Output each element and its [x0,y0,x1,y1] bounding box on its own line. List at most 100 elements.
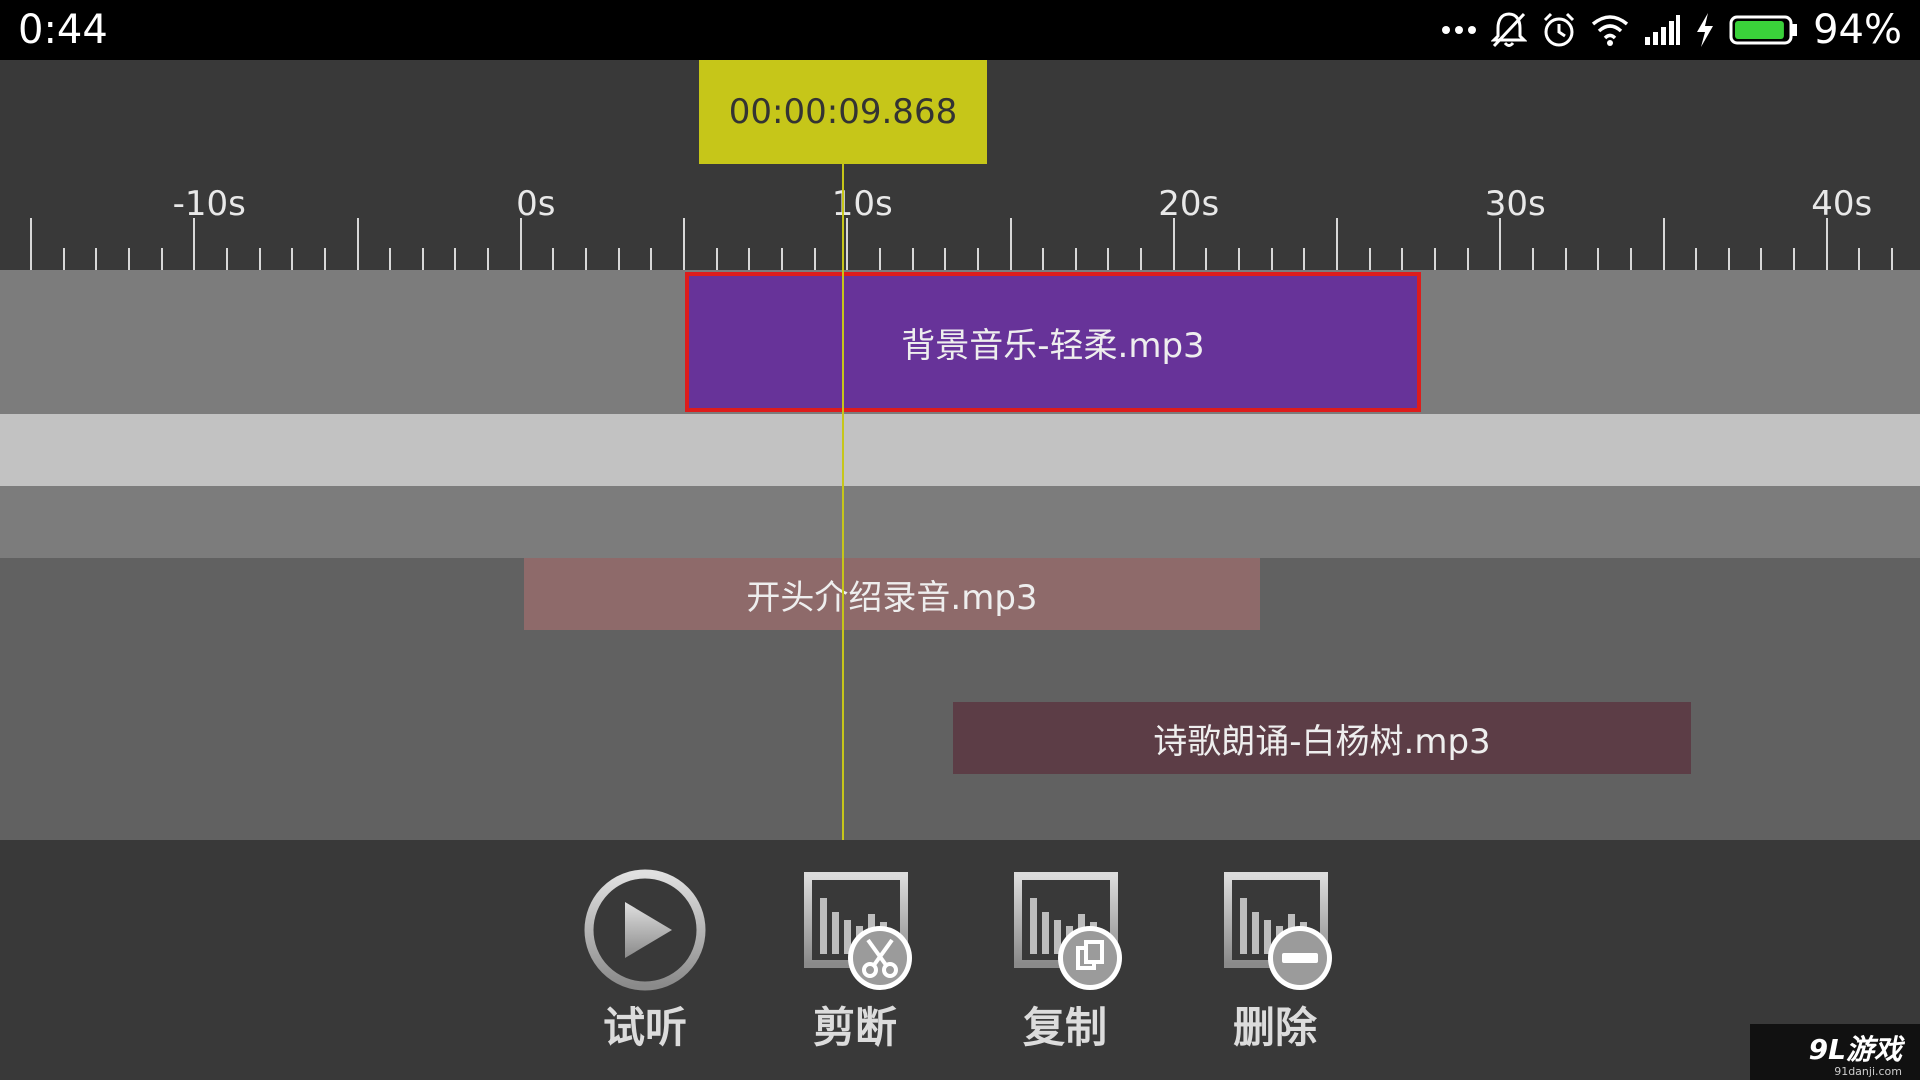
ruler-tick [813,248,816,270]
ruler-tick [846,218,849,270]
current-time-badge[interactable]: 00:00:09.868 [699,60,987,164]
ruler-tick [911,248,914,270]
ruler-tick [650,248,653,270]
wifi-icon [1591,15,1629,46]
bottom-toolbar: 试听 剪断 复制 删除 9L游戏 91danji.com [0,840,1920,1080]
ruler-tick [1662,218,1665,270]
ruler-tick [258,248,261,270]
ruler-label: 40s [1811,184,1873,224]
clip-label: 开头介绍录音.mp3 [746,577,1038,618]
battery-icon [1729,15,1798,45]
ruler-tick [617,248,620,270]
timeline-ruler[interactable]: -10s 0s 10s 20s 30s 40s [0,164,1920,270]
playhead-line[interactable] [842,164,844,840]
status-icons: 94% [1441,0,1902,60]
delete-icon [1224,872,1332,990]
ruler-tick [1564,248,1567,270]
ruler-tick [1466,248,1469,270]
ruler-tick [1793,248,1796,270]
ruler-tick [552,248,555,270]
ruler-tick [1727,248,1730,270]
ruler-tick [1074,248,1077,270]
more-dots-icon [1442,26,1477,34]
preview-button[interactable]: 试听 [565,868,725,1055]
ruler-tick [1238,248,1241,270]
ruler-tick [356,218,359,270]
ruler-tick [1433,248,1436,270]
ruler-tick [780,248,783,270]
ruler-tick [1858,248,1861,270]
track-row[interactable]: 诗歌朗诵-白杨树.mp3 [0,486,1920,774]
ruler-tick [421,248,424,270]
watermark-site: 91danji.com [1834,1065,1902,1078]
ruler-tick [95,248,98,270]
cut-label: 剪断 [812,1003,897,1052]
ruler-tick [1205,248,1208,270]
ruler-tick [127,248,130,270]
track-row[interactable]: 背景音乐-轻柔.mp3 [0,270,1920,414]
cut-button[interactable]: 剪断 [775,868,935,1055]
ruler-tick [1303,248,1306,270]
ruler-tick [323,248,326,270]
ruler-tick [878,248,881,270]
delete-button[interactable]: 删除 [1195,868,1355,1055]
charging-bolt-icon [1697,13,1714,47]
ruler-label: 20s [1158,184,1220,224]
copy-label: 复制 [1022,1003,1107,1052]
ruler-tick [160,248,163,270]
ruler-tick [454,248,457,270]
signal-icon [1645,15,1681,45]
watermark-brand: 9L游戏 [1808,1033,1902,1066]
ruler-tick [1825,218,1828,270]
ruler-tick [1336,218,1338,270]
ruler-label: 10s [831,184,893,224]
track-row[interactable]: 开头介绍录音.mp3 [0,414,1920,630]
ruler-label: 30s [1484,184,1546,224]
ruler-tick [1760,248,1763,270]
audio-clip[interactable]: 开头介绍录音.mp3 [524,558,1260,630]
clip-label: 背景音乐-轻柔.mp3 [901,325,1205,366]
ruler-tick [1368,248,1371,270]
ruler-tick [585,248,588,270]
ruler-tick [225,248,228,270]
ruler-tick [193,218,196,270]
audio-clip[interactable]: 背景音乐-轻柔.mp3 [685,272,1421,412]
preview-label: 试听 [602,1003,687,1052]
ruler-label: -10s [172,184,246,224]
ruler-tick [1629,248,1632,270]
ruler-tick [1140,248,1143,270]
watermark-logo: 9L游戏 91danji.com [1750,1024,1920,1080]
ruler-tick [1270,248,1273,270]
copy-icon [1014,872,1122,990]
ruler-tick [487,248,490,270]
ruler-tick [1401,248,1404,270]
ruler-tick [62,248,65,270]
ruler-tick [1531,248,1534,270]
clip-label: 诗歌朗诵-白杨树.mp3 [1153,721,1491,762]
ruler-tick [1499,218,1502,270]
ruler-tick [1597,248,1600,270]
ruler-tick [1172,218,1175,270]
ruler-tick [291,248,294,270]
copy-button[interactable]: 复制 [985,868,1145,1055]
ruler-tick [715,248,718,270]
play-icon [584,869,706,991]
cut-icon [804,872,912,990]
ruler-tick [389,248,392,270]
status-time: 0:44 [18,7,108,53]
ruler-tick [748,248,751,270]
ruler-tick [1695,248,1698,270]
ruler-tick [1009,218,1012,270]
track-area[interactable]: 背景音乐-轻柔.mp3 开头介绍录音.mp3 诗歌朗诵-白杨树.mp3 [0,270,1920,840]
ruler-tick [1042,248,1045,270]
ruler-tick [683,218,685,270]
ruler-tick [1107,248,1110,270]
battery-percent: 94% [1813,7,1902,53]
ruler-label: 0s [516,184,556,224]
delete-label: 删除 [1232,1003,1317,1052]
ruler-tick [519,218,522,270]
ruler-tick [976,248,979,270]
status-bar: 0:44 94% [0,0,1920,60]
notifications-off-icon [1491,12,1528,48]
audio-clip[interactable]: 诗歌朗诵-白杨树.mp3 [953,702,1691,774]
